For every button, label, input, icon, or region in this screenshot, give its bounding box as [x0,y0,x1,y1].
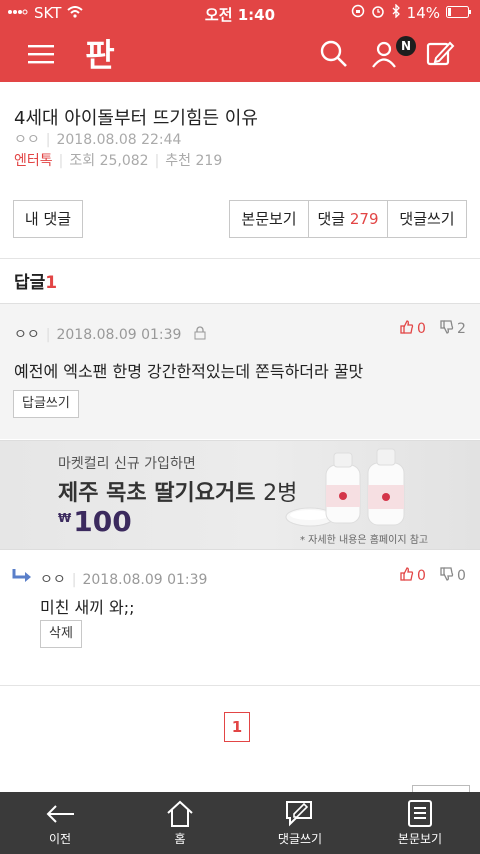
nav-write-comment-label: 댓글쓰기 [277,832,323,846]
status-right: 14% [351,3,472,22]
search-icon[interactable] [318,38,350,70]
nav-view-body-label: 본문보기 [397,832,443,846]
battery-percent: 14% [406,4,440,22]
battery-icon [446,4,472,22]
post-meta-author: ㅇㅇ | 2018.08.08 22:44 [14,132,182,148]
comment-dislike-button[interactable]: 2 [440,320,466,338]
yogurt-bottles-image [282,443,432,529]
my-comments-button[interactable]: 내 댓글 [13,200,83,238]
alarm-icon [371,4,385,22]
ad-line1: 마켓컬리 신규 가입하면 [58,456,196,472]
ad-product: 제주 목초 딸기요거트 [58,481,256,506]
menu-icon[interactable] [28,44,54,64]
ad-note: * 자세한 내용은 홈페이지 참고 [300,535,429,546]
nav-back-button[interactable]: 이전 [0,792,120,854]
ad-currency: ₩ [58,511,72,525]
page-number-current[interactable]: 1 [224,712,250,742]
reply-like-button[interactable]: 0 [400,567,426,585]
reply-dislike-count: 0 [457,568,466,584]
ad-price-value: 100 [73,505,132,538]
reply-like-count: 0 [417,568,426,584]
comment-like-count: 0 [417,321,426,337]
nav-view-body-button[interactable]: 본문보기 [360,792,480,854]
comment-author: ㅇㅇ [14,327,40,343]
reply-text: 미친 새끼 와;; [40,598,135,617]
reply-write-button[interactable]: 답글쓰기 [13,390,79,418]
app-header: 판 N [0,26,480,82]
document-icon [404,798,436,828]
notification-badge[interactable]: N [396,36,416,56]
replies-label: 답글 [14,273,46,293]
delete-button[interactable]: 삭제 [40,620,82,648]
comment-meta: ㅇㅇ | 2018.08.09 01:39 [14,324,206,344]
comment-like-button[interactable]: 0 [400,320,426,338]
comment-text: 예전에 엑소팬 한명 강간한적있는데 쫀득하더라 꿀맛 [14,362,364,381]
thumbs-down-icon [440,567,454,585]
replies-heading: 답글1 [14,268,57,293]
post-category[interactable]: 엔터톡 [14,153,53,169]
reply-arrow-icon [12,568,34,588]
write-post-icon[interactable] [424,38,456,70]
nav-home-label: 홈 [174,832,186,846]
recommend-label: 추천 [165,153,192,169]
replies-count: 1 [45,273,58,293]
ad-price: ₩100 [58,505,132,538]
thumbs-up-icon [400,320,414,338]
nav-write-comment-button[interactable]: 댓글쓰기 [240,792,360,854]
section-divider [0,685,480,686]
section-divider [0,258,480,259]
comments-button[interactable]: 댓글 279 [308,200,388,238]
status-bar: SKT 오전 1:40 14% [0,0,480,26]
back-arrow-icon [44,798,76,828]
reply-dislike-button[interactable]: 0 [440,567,466,585]
ad-banner[interactable]: 마켓컬리 신규 가입하면 제주 목초 딸기요거트 2병 ₩100 * 자세한 내… [0,440,480,550]
logo-text: 판 [85,36,114,74]
views-count: 25,082 [99,153,149,169]
comment-item: ㅇㅇ | 2018.08.09 01:39 0 2 예전에 엑소팬 한명 강간한적있… [0,303,480,439]
comments-label: 댓글 [317,210,346,228]
views-label: 조회 [69,153,96,169]
pann-logo[interactable]: 판 [80,34,120,74]
nav-back-label: 이전 [48,832,72,846]
lock-icon [194,326,206,344]
thumbs-up-icon [400,567,414,585]
view-body-button[interactable]: 본문보기 [229,200,309,238]
comment-date: 2018.08.09 01:39 [56,327,182,343]
recommend-count: 219 [195,153,223,169]
reply-meta: ㅇㅇ | 2018.08.09 01:39 [40,572,208,588]
bottom-nav: 이전 홈 댓글쓰기 본문보기 [0,792,480,854]
reply-author: ㅇㅇ [40,572,66,588]
post-meta-stats: 엔터톡 | 조회 25,082 | 추천 219 [14,153,223,169]
profile-icon[interactable] [368,38,400,70]
post-date: 2018.08.08 22:44 [56,132,182,148]
post-title: 4세대 아이돌부터 뜨기힘든 이유 [14,108,258,129]
thumbs-down-icon [440,320,454,338]
home-icon [164,798,196,828]
bluetooth-icon [391,3,401,22]
rotation-lock-icon [351,4,365,22]
comment-dislike-count: 2 [457,321,466,337]
ad-line2: 제주 목초 딸기요거트 2병 [58,475,297,507]
reply-date: 2018.08.09 01:39 [82,572,208,588]
comment-count: 279 [349,210,379,228]
write-comment-button[interactable]: 댓글쓰기 [387,200,467,238]
comment-write-icon [284,798,316,828]
post-author: ㅇㅇ [14,132,40,148]
nav-home-button[interactable]: 홈 [120,792,240,854]
